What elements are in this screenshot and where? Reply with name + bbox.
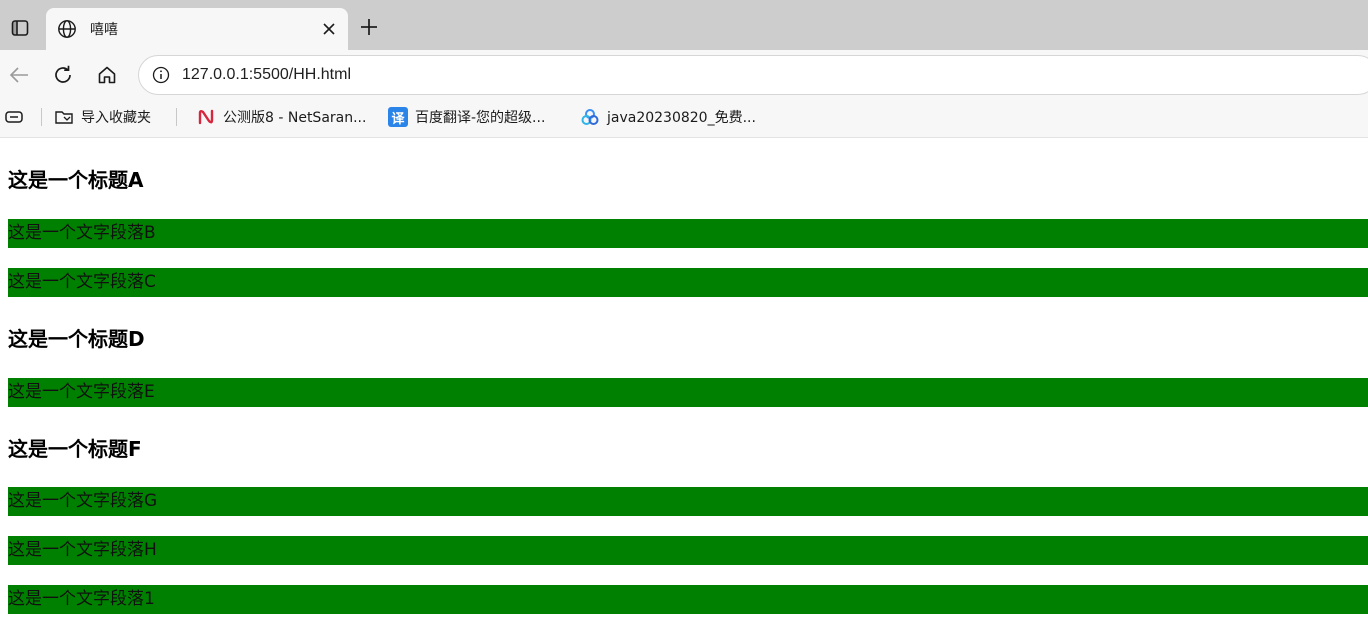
plus-icon [361, 19, 377, 35]
paragraph-e: 这是一个文字段落E [8, 378, 1368, 407]
site-info-icon[interactable] [151, 65, 171, 85]
paragraph-h: 这是一个文字段落H [8, 536, 1368, 565]
home-icon [98, 66, 116, 84]
bookmark-label: 公测版8 - NetSaran... [223, 110, 367, 126]
workspaces-icon [4, 107, 24, 127]
baidu-translate-glyph: 译 [388, 107, 408, 127]
bookmark-java-share[interactable]: java20230820_免费... [580, 106, 756, 128]
heading-d: 这是一个标题D [8, 327, 145, 351]
tab-actions-icon [11, 20, 29, 36]
bookmark-divider [176, 108, 177, 126]
baidu-translate-icon: 译 [388, 107, 408, 127]
globe-icon [56, 18, 78, 40]
tab-panel-button[interactable] [4, 106, 31, 128]
back-button[interactable] [2, 58, 36, 92]
bookmarks-bar: 导入收藏夹 公测版8 - NetSaran... 译 百度翻译-您的超级... … [0, 98, 1368, 138]
baidu-netdisk-icon [580, 107, 600, 127]
bookmark-netsarang[interactable]: 公测版8 - NetSaran... [196, 106, 366, 128]
browser-toolbar: 127.0.0.1:5500/HH.html [0, 50, 1368, 98]
tab-actions-button[interactable] [0, 8, 40, 48]
bookmark-baidu-translate[interactable]: 译 百度翻译-您的超级... [388, 106, 545, 128]
paragraph-1: 这是一个文字段落1 [8, 585, 1368, 614]
bookmark-import-favorites[interactable]: 导入收藏夹 [54, 106, 151, 128]
address-bar[interactable]: 127.0.0.1:5500/HH.html [138, 55, 1368, 95]
bookmark-label: java20230820_免费... [607, 110, 756, 126]
paragraph-g: 这是一个文字段落G [8, 487, 1368, 516]
bookmark-label: 百度翻译-您的超级... [415, 110, 546, 126]
tab-active[interactable]: 嘻嘻 [46, 8, 348, 50]
bookmark-label: 导入收藏夹 [81, 110, 151, 126]
heading-f: 这是一个标题F [8, 437, 142, 461]
netsarang-icon [196, 107, 216, 127]
import-favorites-icon [54, 107, 74, 127]
tab-title: 嘻嘻 [90, 22, 118, 38]
url-text: 127.0.0.1:5500/HH.html [182, 66, 351, 83]
heading-a: 这是一个标题A [8, 168, 144, 192]
paragraph-b: 这是一个文字段落B [8, 219, 1368, 248]
home-button[interactable] [90, 58, 124, 92]
back-arrow-icon [9, 67, 28, 83]
new-tab-button[interactable] [352, 10, 386, 44]
page-content: 这是一个标题A 这是一个文字段落B 这是一个文字段落C 这是一个标题D 这是一个… [0, 138, 1368, 632]
close-tab-icon[interactable] [314, 14, 344, 44]
paragraph-c: 这是一个文字段落C [8, 268, 1368, 297]
tab-strip: 嘻嘻 [0, 0, 1368, 50]
bookmark-divider [41, 108, 42, 126]
reload-icon [55, 65, 71, 83]
reload-button[interactable] [46, 58, 80, 92]
